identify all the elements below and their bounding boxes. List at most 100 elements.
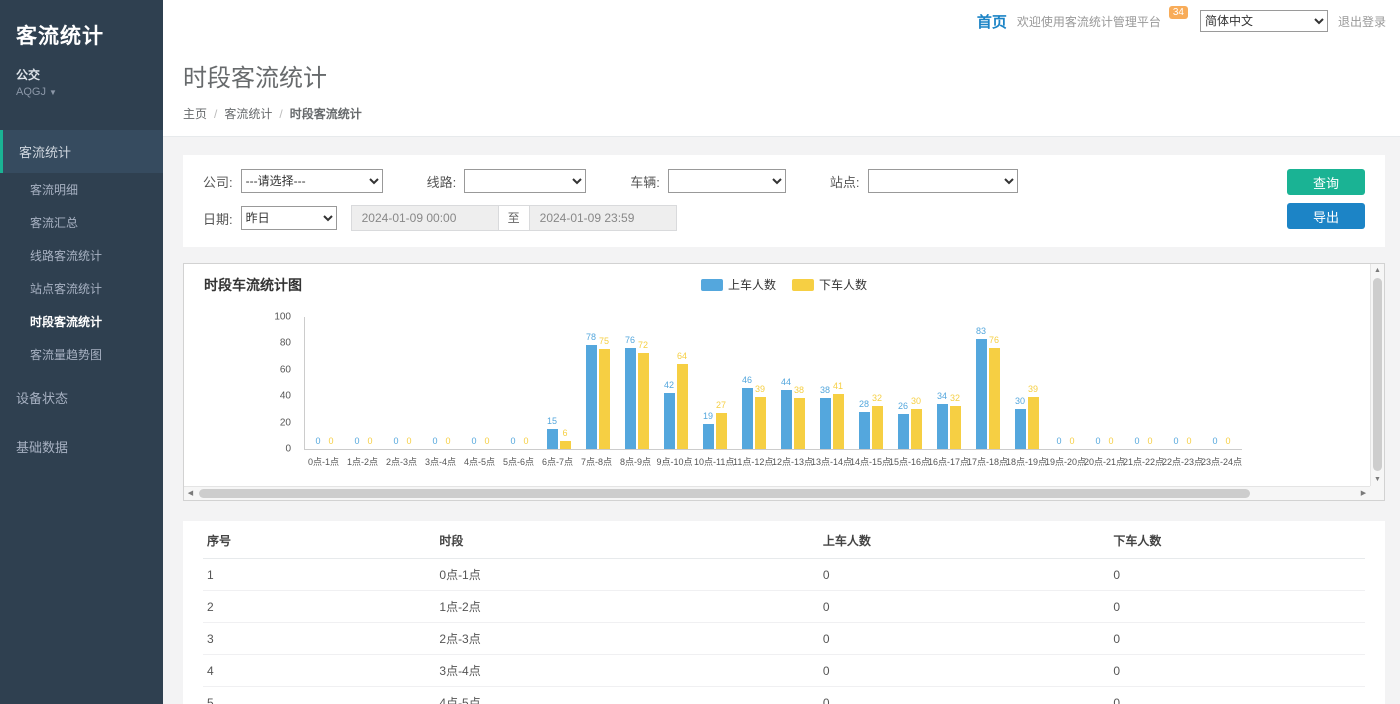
bar-value-label: 38 — [820, 385, 830, 395]
sidebar-item-线路客流统计[interactable]: 线路客流统计 — [0, 239, 163, 272]
bar-value-label: 76 — [625, 335, 635, 345]
bar-下车人数[interactable]: 75 — [599, 349, 610, 449]
bar-value-label: 30 — [1015, 396, 1025, 406]
bar-下车人数[interactable]: 27 — [716, 413, 727, 449]
y-tick-label: 20 — [253, 417, 291, 428]
bar-group: 156 — [539, 317, 578, 449]
bar-group: 00 — [383, 317, 422, 449]
table-row: 10点-1点00 — [203, 559, 1365, 591]
legend-item[interactable]: 上车人数 — [701, 276, 776, 293]
sidebar-item-客流量趋势图[interactable]: 客流量趋势图 — [0, 338, 163, 371]
bar-value-label: 64 — [677, 351, 687, 361]
bar-下车人数[interactable]: 72 — [638, 353, 649, 449]
sidebar-item-时段客流统计[interactable]: 时段客流统计 — [0, 305, 163, 338]
x-tick-label: 0点-1点 — [304, 455, 343, 468]
bar-上车人数[interactable]: 42 — [664, 393, 675, 449]
bar-上车人数[interactable]: 76 — [625, 348, 636, 449]
scroll-right-icon[interactable]: ▶ — [1357, 487, 1370, 500]
bar-下车人数[interactable]: 38 — [794, 398, 805, 449]
x-tick-label: 2点-3点 — [382, 455, 421, 468]
bar-group: 00 — [461, 317, 500, 449]
bar-value-label: 0 — [1134, 436, 1139, 446]
legend-label: 上车人数 — [728, 276, 776, 293]
bar-下车人数[interactable]: 64 — [677, 364, 688, 449]
results-table-panel: 序号 时段 上车人数 下车人数 10点-1点0021点-2点0032点-3点00… — [183, 521, 1385, 704]
sidebar-section-passenger-stats[interactable]: 客流统计 — [0, 130, 163, 173]
x-tick-label: 23点-24点 — [1201, 455, 1240, 468]
legend-item[interactable]: 下车人数 — [792, 276, 867, 293]
vertical-scrollbar-thumb[interactable] — [1373, 278, 1382, 471]
scroll-left-icon[interactable]: ◀ — [184, 487, 197, 500]
sidebar-section-设备状态[interactable]: 设备状态 — [0, 375, 163, 420]
scrollbar-corner — [1370, 486, 1384, 500]
scroll-down-icon[interactable]: ▼ — [1371, 473, 1384, 486]
bar-下车人数[interactable]: 76 — [989, 348, 1000, 449]
route-select[interactable] — [464, 169, 586, 193]
breadcrumb-item: 时段客流统计 — [290, 105, 362, 122]
bar-上车人数[interactable]: 30 — [1015, 409, 1026, 449]
bar-上车人数[interactable]: 26 — [898, 414, 909, 449]
bar-上车人数[interactable]: 28 — [859, 412, 870, 449]
filter-row-2: 日期: 昨日 至 — [203, 205, 1287, 231]
date-label: 日期: — [203, 209, 233, 228]
company-select[interactable]: ---请选择--- — [241, 169, 383, 193]
bar-上车人数[interactable]: 34 — [937, 404, 948, 449]
vertical-scrollbar[interactable]: ▲ ▼ — [1370, 264, 1384, 486]
bar-下车人数[interactable]: 39 — [1028, 397, 1039, 449]
query-button[interactable]: 查询 — [1287, 169, 1365, 195]
sidebar-item-客流汇总[interactable]: 客流汇总 — [0, 206, 163, 239]
bar-上车人数[interactable]: 44 — [781, 390, 792, 449]
bar-value-label: 44 — [781, 377, 791, 387]
scroll-up-icon[interactable]: ▲ — [1371, 264, 1384, 277]
bar-下车人数[interactable]: 30 — [911, 409, 922, 449]
date-from-input[interactable] — [351, 205, 499, 231]
bar-value-label: 41 — [833, 381, 843, 391]
x-tick-label: 10点-11点 — [694, 455, 733, 468]
date-preset-select[interactable]: 昨日 — [241, 206, 337, 230]
bar-上车人数[interactable]: 46 — [742, 388, 753, 449]
bar-下车人数[interactable]: 6 — [560, 441, 571, 449]
export-button[interactable]: 导出 — [1287, 203, 1365, 229]
org-selector[interactable]: AQGJ ▼ — [0, 83, 163, 108]
bar-value-label: 0 — [1069, 436, 1074, 446]
sidebar-item-客流明细[interactable]: 客流明细 — [0, 173, 163, 206]
station-select[interactable] — [868, 169, 1018, 193]
bar-group: 2630 — [890, 317, 929, 449]
date-to-input[interactable] — [529, 205, 677, 231]
bar-上车人数[interactable]: 15 — [547, 429, 558, 449]
bar-下车人数[interactable]: 32 — [872, 406, 883, 449]
bar-value-label: 0 — [354, 436, 359, 446]
bar-下车人数[interactable]: 39 — [755, 397, 766, 449]
logout-link[interactable]: 退出登录 — [1338, 13, 1386, 30]
horizontal-scrollbar[interactable]: ◀ ▶ — [184, 486, 1370, 500]
breadcrumb-item[interactable]: 客流统计 — [224, 105, 272, 122]
bar-value-label: 0 — [1173, 436, 1178, 446]
language-select[interactable]: 简体中文 — [1200, 10, 1328, 32]
bar-上车人数[interactable]: 78 — [586, 345, 597, 449]
chevron-down-icon: ▼ — [49, 88, 57, 97]
horizontal-scrollbar-thumb[interactable] — [199, 489, 1250, 498]
home-link[interactable]: 首页 — [977, 11, 1007, 32]
bar-上车人数[interactable]: 83 — [976, 339, 987, 449]
bar-下车人数[interactable]: 32 — [950, 406, 961, 449]
bar-group: 4639 — [734, 317, 773, 449]
bar-下车人数[interactable]: 41 — [833, 394, 844, 449]
bars-container: 020406080100 000000000000156787576724264… — [304, 317, 1242, 450]
app-brand: 客流统计 — [0, 0, 163, 52]
sidebar-item-站点客流统计[interactable]: 站点客流统计 — [0, 272, 163, 305]
x-tick-label: 6点-7点 — [538, 455, 577, 468]
notification-badge[interactable]: 34 — [1169, 6, 1188, 19]
breadcrumb-item[interactable]: 主页 — [183, 105, 207, 122]
table-cell: 0 — [819, 687, 1110, 704]
bar-上车人数[interactable]: 19 — [703, 424, 714, 449]
legend-label: 下车人数 — [819, 276, 867, 293]
table-cell: 0 — [819, 655, 1110, 687]
table-cell: 2点-3点 — [435, 623, 818, 655]
x-tick-label: 16点-17点 — [928, 455, 967, 468]
bar-上车人数[interactable]: 38 — [820, 398, 831, 449]
table-cell: 0 — [1109, 591, 1365, 623]
filter-panel: 公司: ---请选择--- 线路: 车辆: — [183, 155, 1385, 247]
vehicle-select[interactable] — [668, 169, 786, 193]
sidebar-section-基础数据[interactable]: 基础数据 — [0, 424, 163, 469]
table-cell: 0 — [1109, 687, 1365, 704]
